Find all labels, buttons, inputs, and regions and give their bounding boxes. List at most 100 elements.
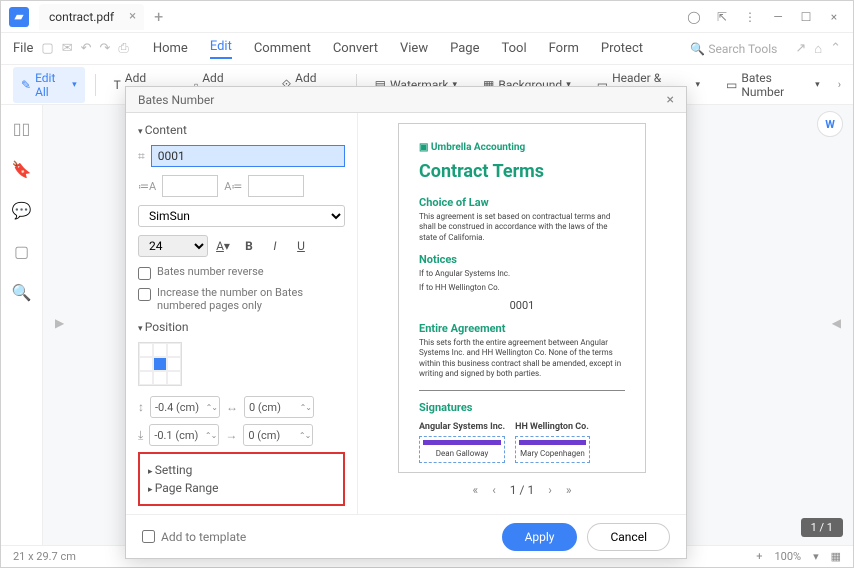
- word-convert-icon[interactable]: W: [817, 111, 843, 137]
- underline-button[interactable]: U: [292, 239, 310, 253]
- menu-protect[interactable]: Protect: [601, 41, 643, 56]
- new-tab-button[interactable]: +: [154, 7, 163, 26]
- preview-h2: Notices: [419, 253, 625, 266]
- zoom-dropdown[interactable]: ▾: [813, 550, 819, 563]
- font-select[interactable]: SimSun: [138, 205, 345, 227]
- font-color-button[interactable]: A▾: [214, 239, 232, 253]
- reverse-checkbox[interactable]: [138, 267, 151, 280]
- y-offset-input[interactable]: -0.1 (cm): [149, 424, 219, 446]
- preview-panel: ▣ Umbrella Accounting Contract Terms Cho…: [398, 123, 646, 473]
- bates-number-dialog: Bates Number × Content ⌗ ≔A A≔ SimSun 24…: [125, 86, 687, 559]
- preview-h3: Entire Agreement: [419, 322, 625, 335]
- bookmarks-icon[interactable]: 🔖: [12, 160, 32, 179]
- italic-button[interactable]: I: [266, 239, 284, 253]
- y2-offset-icon: →: [225, 428, 237, 442]
- party2-name: HH Wellington Co.: [515, 422, 590, 432]
- fit-page-icon[interactable]: ▦: [831, 550, 841, 563]
- cancel-button[interactable]: Cancel: [587, 523, 670, 551]
- thumbnails-icon[interactable]: ▯▯: [13, 119, 31, 138]
- menu-tool[interactable]: Tool: [502, 41, 527, 56]
- increase-checkbox[interactable]: [138, 288, 151, 301]
- edit-all-button[interactable]: ✎ Edit All ▾: [13, 67, 85, 103]
- y-offset-icon: ⤓: [138, 428, 143, 443]
- page-range-section-header[interactable]: Page Range: [148, 481, 335, 495]
- signature2: Mary Copenhagen: [515, 436, 590, 463]
- x-offset-icon: ↕: [138, 400, 144, 414]
- menu-home[interactable]: Home: [153, 41, 188, 56]
- menu-icon[interactable]: ⋮: [739, 10, 761, 24]
- tab-title: contract.pdf: [49, 10, 114, 24]
- add-template-label: Add to template: [161, 530, 246, 544]
- print-icon[interactable]: ⎙: [118, 41, 128, 56]
- bates-number-button[interactable]: ▭ Bates Number ▾: [718, 67, 828, 103]
- font-size-select[interactable]: 24: [138, 235, 208, 257]
- next-page-arrow[interactable]: ◀: [832, 316, 841, 330]
- position-section-header[interactable]: Position: [138, 320, 345, 334]
- quick-open-icon[interactable]: ▢: [41, 41, 53, 56]
- signature1: Dean Galloway: [419, 436, 505, 463]
- prev-page-arrow[interactable]: ▶: [55, 316, 64, 330]
- share-icon[interactable]: ⇱: [711, 10, 733, 24]
- zoom-out-button[interactable]: +: [756, 550, 762, 563]
- x-offset-input[interactable]: -0.4 (cm): [150, 396, 220, 418]
- menu-convert[interactable]: Convert: [333, 41, 378, 56]
- redo-icon[interactable]: ↷: [100, 41, 111, 56]
- document-tab[interactable]: contract.pdf ×: [39, 4, 144, 30]
- apply-button[interactable]: Apply: [502, 523, 578, 551]
- pager-last[interactable]: »: [566, 483, 572, 497]
- dialog-close-button[interactable]: ×: [667, 92, 674, 108]
- party1-name: Angular Systems Inc.: [419, 422, 505, 432]
- undo-icon[interactable]: ↶: [81, 41, 92, 56]
- close-tab-icon[interactable]: ×: [129, 9, 136, 24]
- attachments-icon[interactable]: ▢: [14, 242, 29, 261]
- bold-button[interactable]: B: [240, 239, 258, 253]
- x2-offset-input[interactable]: 0 (cm): [244, 396, 314, 418]
- preview-h4: Signatures: [419, 401, 625, 414]
- content-section-header[interactable]: Content: [138, 123, 345, 137]
- menu-view[interactable]: View: [400, 41, 428, 56]
- pager-next[interactable]: ›: [548, 483, 552, 497]
- ribbon-scroll-right[interactable]: ›: [838, 78, 841, 91]
- menu-page[interactable]: Page: [450, 41, 479, 56]
- menu-form[interactable]: Form: [549, 41, 579, 56]
- quick-mail-icon[interactable]: ✉: [62, 41, 73, 56]
- highlighted-sections: Setting Page Range: [138, 452, 345, 506]
- menu-edit[interactable]: Edit: [210, 39, 232, 59]
- preview-p1: This agreement is set based on contractu…: [419, 212, 625, 243]
- menu-comment[interactable]: Comment: [254, 41, 311, 56]
- prefix-icon: ≔A: [138, 180, 156, 193]
- bates-number-input[interactable]: [151, 145, 345, 167]
- y2-offset-input[interactable]: 0 (cm): [243, 424, 313, 446]
- page-dimensions: 21 x 29.7 cm: [13, 550, 76, 563]
- page-indicator: 1 / 1: [801, 518, 843, 537]
- suffix-icon: A≔: [224, 180, 242, 193]
- preview-p3: This sets forth the entire agreement bet…: [419, 338, 625, 380]
- preview-h1: Choice of Law: [419, 196, 625, 209]
- prefix-input[interactable]: [162, 175, 218, 197]
- search-panel-icon[interactable]: 🔍: [12, 283, 32, 302]
- preview-bates: 0001: [419, 299, 625, 312]
- increase-label: Increase the number on Bates numbered pa…: [157, 286, 345, 312]
- preview-p2a: If to Angular Systems Inc.: [419, 269, 625, 279]
- suffix-input[interactable]: [248, 175, 304, 197]
- zoom-level: 100%: [774, 550, 801, 563]
- file-menu[interactable]: File: [13, 41, 33, 56]
- x2-offset-icon: ↔: [226, 400, 238, 414]
- minimize-button[interactable]: —: [767, 10, 789, 24]
- close-window-button[interactable]: ×: [823, 10, 845, 24]
- comments-icon[interactable]: 💬: [12, 201, 32, 220]
- pager-prev[interactable]: ‹: [492, 483, 496, 497]
- setting-section-header[interactable]: Setting: [148, 463, 335, 477]
- search-tools[interactable]: 🔍 Search Tools: [690, 42, 777, 56]
- expand-icon[interactable]: ⌃: [830, 41, 841, 56]
- export-icon[interactable]: ↗: [795, 41, 806, 56]
- cloud2-icon[interactable]: ⌂: [814, 41, 822, 57]
- preview-brand: ▣ Umbrella Accounting: [419, 142, 625, 153]
- add-template-checkbox[interactable]: [142, 530, 155, 543]
- dialog-title: Bates Number: [138, 93, 214, 107]
- pager-first[interactable]: «: [473, 483, 479, 497]
- position-grid[interactable]: [138, 342, 182, 386]
- pager-display: 1 / 1: [510, 483, 534, 497]
- maximize-button[interactable]: ☐: [795, 10, 817, 24]
- cloud-icon[interactable]: ◯: [683, 10, 705, 24]
